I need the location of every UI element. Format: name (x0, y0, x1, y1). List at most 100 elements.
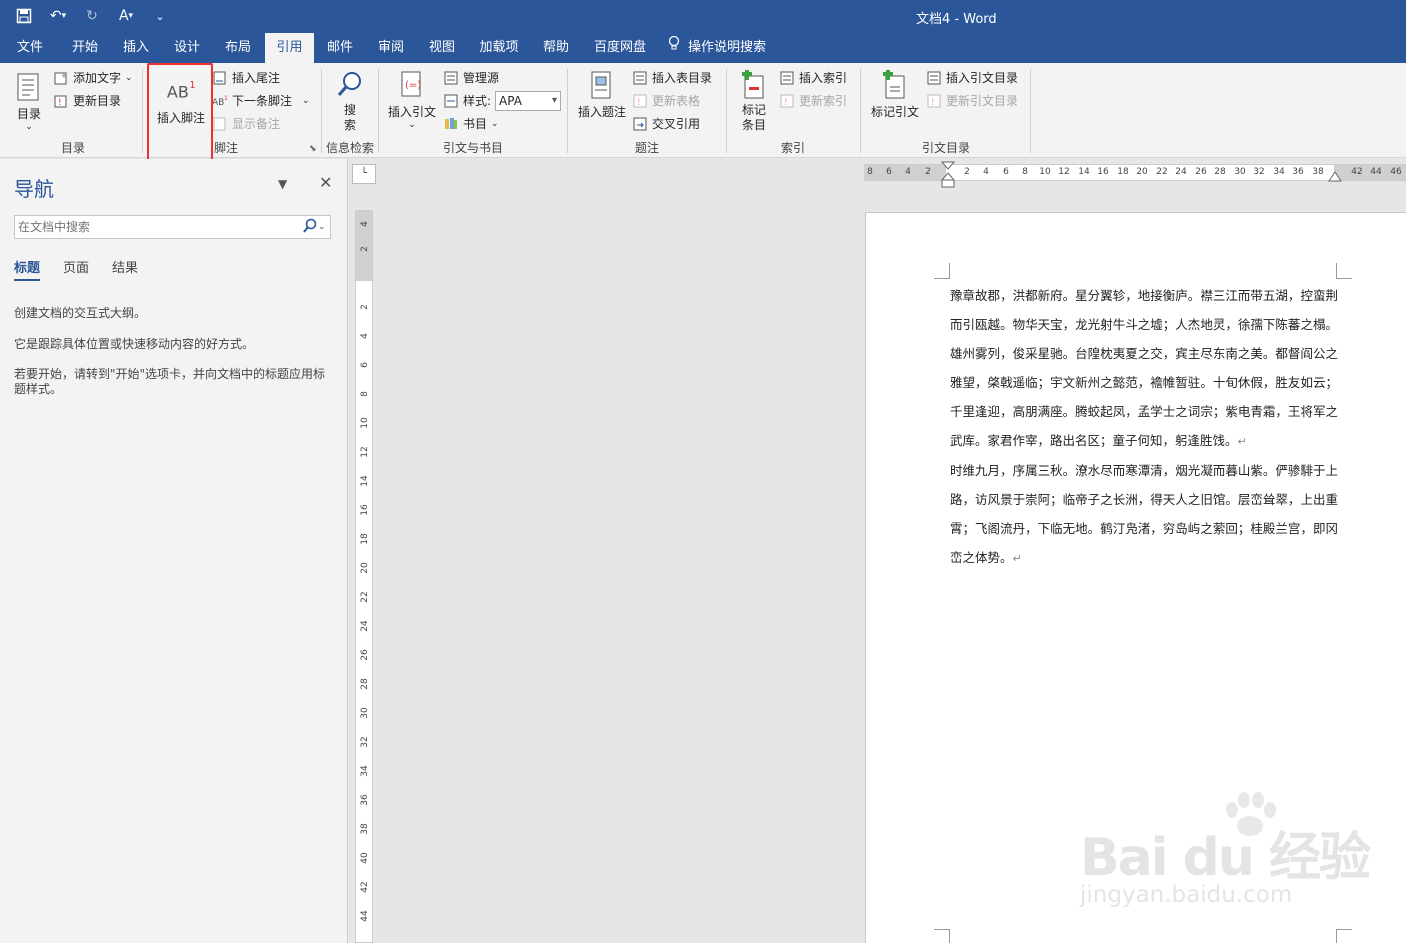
group-label-toc: 目录 (61, 141, 86, 155)
tell-me[interactable]: 操作说明搜索 (668, 33, 766, 63)
insert-endnote-button[interactable]: 插入尾注 (212, 68, 280, 88)
tab-baidu-netdisk[interactable]: 百度网盘 (584, 33, 656, 63)
mark-citation-button[interactable]: 标记引文 (868, 69, 922, 120)
nav-message-1: 创建文档的交互式大纲。 (14, 306, 147, 320)
tab-review[interactable]: 审阅 (367, 33, 415, 63)
ruler-number: 22 (360, 591, 370, 603)
watermark-logo-text: Bai du 经验 (1080, 828, 1371, 888)
footnote-dialog-launcher-icon[interactable]: ⬊ (309, 144, 317, 154)
insert-caption-button[interactable]: 插入题注 (576, 69, 628, 120)
update-table-label: 更新表格 (652, 94, 701, 108)
nav-message-3: 若要开始，请转到"开始"选项卡，并向文档中的标题应用标题样式。 (14, 367, 326, 396)
next-footnote-label: 下一条脚注 (232, 94, 293, 108)
ruler-number: 4 (360, 221, 370, 227)
redo-icon[interactable]: ↻ (82, 6, 102, 26)
svg-text:AB: AB (212, 98, 224, 108)
add-text-icon: + (53, 70, 69, 86)
vertical-ruler[interactable]: 4 2 2 4 6 8 10 12 14 16 18 20 22 24 26 2… (355, 210, 373, 943)
insert-toa-button[interactable]: 插入引文目录 (926, 68, 1018, 88)
update-index-button[interactable]: ! 更新索引 (779, 91, 847, 111)
group-label-index: 索引 (781, 141, 806, 155)
manage-sources-icon (443, 70, 459, 86)
ruler-number: 8 (360, 391, 370, 397)
nav-tab-pages[interactable]: 页面 (63, 257, 89, 276)
spelling-icon[interactable]: A ▾ (116, 6, 136, 26)
style-dropdown[interactable]: APA (495, 91, 562, 111)
tab-home[interactable]: 开始 (60, 33, 110, 63)
ruler-number: 18 (1117, 167, 1129, 177)
nav-tab-results[interactable]: 结果 (112, 257, 138, 276)
insert-index-button[interactable]: 插入索引 (779, 68, 847, 88)
search-button[interactable]: 搜索 (332, 69, 368, 133)
update-index-label: 更新索引 (799, 94, 848, 108)
nav-search-input[interactable] (15, 216, 285, 238)
tab-mailings[interactable]: 邮件 (316, 33, 364, 63)
tab-file[interactable]: 文件 (8, 33, 52, 63)
style-label: 样式: (463, 94, 492, 108)
save-icon[interactable] (14, 6, 34, 26)
ruler-number: 20 (360, 562, 370, 574)
ruler-number: 40 (360, 852, 370, 864)
tab-layout[interactable]: 布局 (214, 33, 262, 63)
update-toc-button[interactable]: ! 更新目录 (53, 91, 121, 111)
tab-references[interactable]: 引用 (265, 33, 314, 63)
svg-text:(=): (=) (405, 80, 421, 91)
toc-icon (13, 71, 45, 103)
ruler-number: 16 (1097, 167, 1109, 177)
tab-selector[interactable]: └ (352, 164, 376, 184)
update-toa-label: 更新引文目录 (946, 94, 1019, 108)
paragraph-text: 时维九月，序属三秋。潦水尽而寒潭清，烟光凝而暮山紫。俨骖騑于上路，访风景于崇阿；… (950, 463, 1338, 565)
cross-reference-button[interactable]: 交叉引用 (632, 114, 700, 134)
ruler-number: 46 (1390, 167, 1402, 177)
paragraph: 豫章故郡，洪都新府。星分翼轸，地接衡庐。襟三江而带五湖，控蛮荆而引瓯越。物华天宝… (950, 281, 1338, 456)
group-separator (1030, 69, 1031, 153)
document-body[interactable]: 豫章故郡，洪都新府。星分翼轸，地接衡庐。襟三江而带五湖，控蛮荆而引瓯越。物华天宝… (950, 281, 1338, 573)
group-separator (321, 69, 322, 153)
nav-search-icon[interactable]: ⌄ (302, 218, 326, 238)
ruler-number: 6 (1003, 167, 1009, 177)
right-indent-marker-icon[interactable] (1327, 170, 1343, 184)
insert-citation-icon: (=) (396, 69, 428, 101)
manage-sources-button[interactable]: 管理源 (443, 68, 499, 88)
svg-text:⌄: ⌄ (318, 222, 326, 232)
add-text-label: 添加文字 (73, 71, 122, 85)
ruler-number: 42 (1351, 167, 1363, 177)
nav-tab-headings[interactable]: 标题 (14, 257, 41, 281)
add-text-button[interactable]: + 添加文字 ⌄ (53, 68, 133, 88)
tab-insert[interactable]: 插入 (112, 33, 160, 63)
mark-entry-icon (738, 69, 770, 101)
lightbulb-icon (668, 33, 680, 63)
tab-view[interactable]: 视图 (418, 33, 466, 63)
tab-design[interactable]: 设计 (163, 33, 211, 63)
next-footnote-button[interactable]: AB 1 下一条脚注 ⌄ (212, 91, 310, 111)
ruler-number: 44 (360, 910, 370, 922)
nav-close-icon[interactable]: ✕ (319, 173, 332, 192)
group-separator (567, 69, 568, 153)
insert-citation-button[interactable]: (=) 插入引文 ⌄ (386, 69, 438, 130)
tab-help[interactable]: 帮助 (532, 33, 580, 63)
tab-addins[interactable]: 加载项 (470, 33, 528, 63)
mark-entry-button[interactable]: 标记条目 (734, 69, 774, 133)
ruler-number: 14 (1078, 167, 1090, 177)
group-label-captions: 题注 (635, 141, 660, 155)
update-index-icon: ! (779, 93, 795, 109)
indent-marker-icon[interactable] (940, 160, 956, 190)
endnote-icon (212, 70, 228, 86)
toc-button[interactable]: 目录 ⌄ (10, 71, 48, 132)
svg-text:+: + (61, 72, 67, 80)
customize-qat-icon[interactable]: ⌄ (150, 6, 170, 26)
show-notes-button[interactable]: 显示备注 (212, 114, 280, 134)
update-table-button[interactable]: ! 更新表格 (632, 91, 700, 111)
search-magnifier-icon (334, 69, 366, 101)
cross-reference-icon (632, 116, 648, 132)
insert-citation-label: 插入引文 (387, 105, 436, 119)
ruler-number: 24 (1175, 167, 1187, 177)
nav-options-icon[interactable]: ▼ (278, 177, 287, 191)
bibliography-button[interactable]: 书目 ⌄ (443, 114, 499, 134)
update-table-icon: ! (632, 93, 648, 109)
svg-text:!: ! (931, 98, 935, 108)
undo-icon[interactable]: ↶ ▾ (48, 6, 68, 26)
insert-table-of-figures-button[interactable]: 插入表目录 (632, 68, 712, 88)
group-label-toa: 引文目录 (922, 141, 971, 155)
update-toa-button[interactable]: ! 更新引文目录 (926, 91, 1018, 111)
